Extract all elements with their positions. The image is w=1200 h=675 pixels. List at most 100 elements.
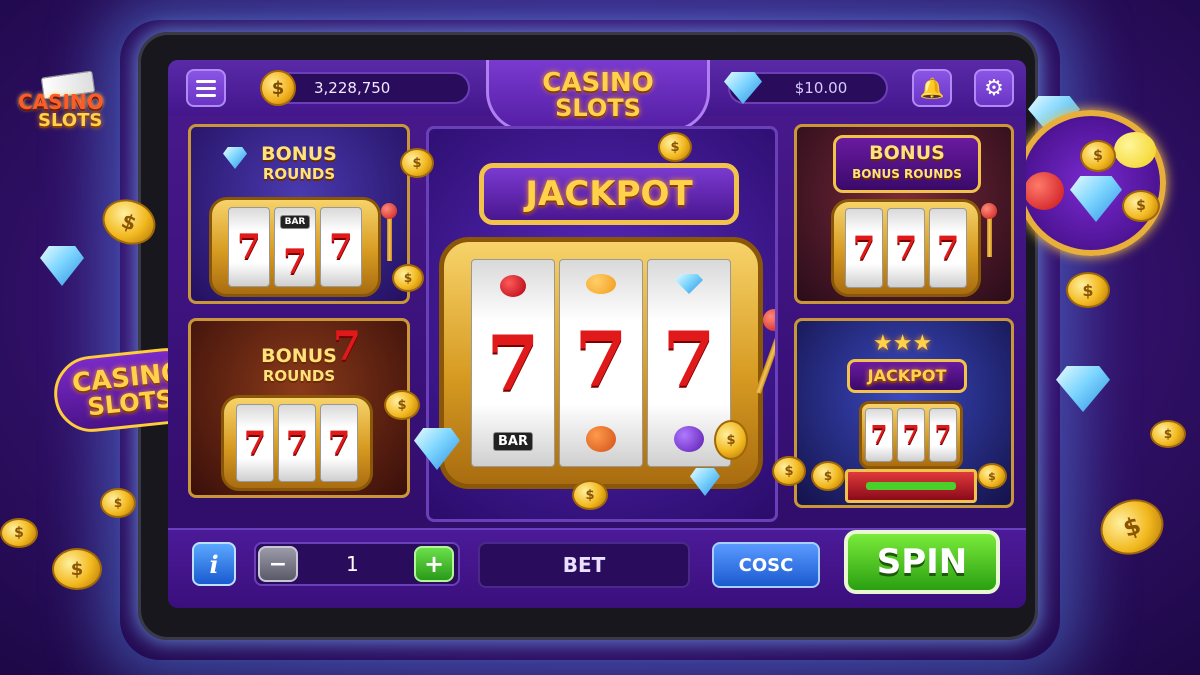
jackpot-title: JACKPOT [525,174,693,214]
reel-seven: 7 [486,319,540,409]
orange-icon [586,273,616,294]
coin-icon: $ [0,518,38,548]
reel-seven: 7 [894,228,918,267]
reel: 7 [320,206,362,288]
slot-machine: 7 7 7 [859,401,963,469]
reel: 7 [278,404,316,482]
coin-icon: $ [1080,140,1116,172]
casino-slots-logo: CASINO SLOTS [486,60,710,132]
coin-icon: $ [772,456,806,486]
tile-title-line1: BONUS [261,143,337,165]
coin-icon: $ [1092,490,1172,564]
coin-icon: $ [100,488,136,518]
lever [987,213,992,257]
increase-bet-button[interactable]: + [414,546,454,582]
coin-icon: $ [572,480,608,510]
reel-seven: 7 [243,423,267,462]
big-seven-decor: 7 [333,323,361,370]
slot-machine-main: 7 BAR 7 7 [439,237,763,489]
coin-icon: $ [714,420,748,460]
diamond-icon [40,246,84,286]
reel-seven: 7 [327,423,351,462]
coin-icon: $ [1150,420,1186,448]
reel: BAR 7 [274,206,316,288]
gear-icon: ⚙ [984,75,1004,101]
logo-line2: SLOTS [555,93,641,122]
game-tile-bonus-rounds-3[interactable]: BONUS ROUNDS 7 7 7 7 [188,318,410,498]
spin-label: SPIN [876,542,968,582]
coin-icon: $ [392,264,424,292]
bar-symbol: BAR [279,215,311,230]
cherry-icon [500,274,526,297]
reel: 7 [887,208,925,288]
coin-icon: $ [977,463,1007,489]
logo-small-line1: CASINO [18,90,104,114]
tile-title-line1: BONUS [869,142,945,164]
reel-seven: 7 [283,241,307,282]
reel-seven: 7 [329,226,353,267]
coin-icon: $ [811,461,845,491]
notifications-button[interactable]: 🔔 [912,69,952,107]
menu-button[interactable] [186,69,226,107]
info-icon: i [209,549,219,579]
tile-title-line1: JACKPOT [867,366,947,385]
bottom-bar: i − 1 + BET COSC SPIN [168,528,1026,608]
settings-button[interactable]: ⚙ [974,69,1014,107]
tile-title-line1: BONUS [261,345,337,367]
reel-seven: 7 [934,420,952,449]
bet-button[interactable]: BET [478,542,690,588]
coin-icon: $ [1066,272,1110,308]
lever-knob [763,309,775,331]
lever [387,213,392,261]
lemon-icon [1114,132,1156,168]
slot-machine: 7 7 7 [831,199,981,297]
coin-icon: $ [400,148,434,178]
reel-seven: 7 [870,420,888,449]
reel: 7 [236,404,274,482]
coins-value: 3,228,750 [314,79,391,97]
bell-icon: 🔔 [919,76,945,100]
diamond-icon [1070,176,1122,222]
reel: 7 [897,408,925,462]
game-screen: 3,228,750 $ CASINO SLOTS $10.00 🔔 ⚙ BONU… [168,60,1026,608]
reel-seven: 7 [574,314,628,404]
reel-seven: 7 [852,228,876,267]
reel: 7 BAR [471,258,555,468]
tile-title-line2: ROUNDS [262,165,336,183]
slot-machine: 7 7 7 [221,395,373,491]
orange-icon [586,426,616,453]
coin-icon: $ [1122,190,1160,222]
tile-title-line2: ROUNDS [262,367,336,385]
reel: 7 [929,408,957,462]
cosc-button[interactable]: COSC [712,542,820,588]
base-light [866,482,956,490]
jackpot-small-sign: JACKPOT [847,359,967,393]
grapes-icon [674,426,704,453]
bet-amount: 1 [346,552,359,576]
decrease-bet-button[interactable]: − [258,546,298,582]
game-tile-jackpot-small[interactable]: ★★★ JACKPOT 7 7 7 $ $ [794,318,1014,508]
reel: 7 [320,404,358,482]
bonus-sign: BONUS BONUS ROUNDS [833,135,981,193]
bar-symbol: BAR [493,432,533,452]
minus-icon: − [268,551,288,577]
coin-icon: $ [658,132,692,162]
casino-slots-logo-small: CASINO SLOTS [14,70,124,134]
game-tile-bonus-rounds-1[interactable]: BONUS ROUNDS 7 BAR 7 7 [188,124,410,304]
slot-machine: 7 BAR 7 7 [209,197,381,297]
machine-base [845,469,977,503]
reel-seven: 7 [902,420,920,449]
info-button[interactable]: i [192,542,236,586]
tile-title-line2: BONUS ROUNDS [852,167,962,181]
game-tile-bonus-rounds-2[interactable]: BONUS BONUS ROUNDS 7 7 7 [794,124,1014,304]
logo-line1: CASINO [542,67,654,98]
reel-seven: 7 [662,314,716,404]
lever-knob [981,203,997,219]
coin-icon: $ [52,548,102,590]
reel-seven: 7 [936,228,960,267]
logo-left-line2: SLOTS [86,384,175,422]
cash-value: $10.00 [794,79,848,97]
spin-button[interactable]: SPIN [844,530,1000,594]
game-tile-jackpot-main[interactable]: JACKPOT 7 BAR 7 7 [426,126,778,522]
coin-icon: $ [260,70,296,106]
